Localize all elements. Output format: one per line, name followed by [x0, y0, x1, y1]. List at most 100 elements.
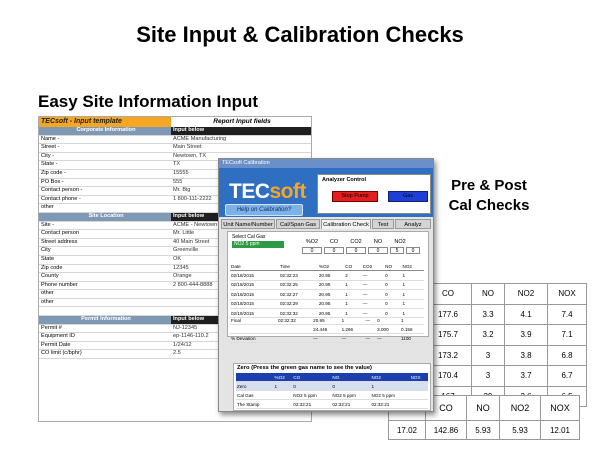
cal-checks-heading-line-2: Cal Checks: [448, 197, 530, 214]
zero-table-header-row: %O2 CO NO NO2 NOX: [236, 373, 428, 382]
cal-table-cell: 0: [384, 299, 402, 309]
zero-table-header: NOX: [409, 373, 428, 382]
results-bottom-header: NO2: [499, 395, 541, 421]
cal-table-cell: —: [361, 270, 385, 281]
zero-table-cell: 0: [331, 381, 371, 391]
cal-table-header: CO: [344, 262, 362, 272]
final-table-cell: 20.95: [312, 316, 341, 325]
site-input-heading: Easy Site Information Input: [38, 92, 259, 111]
cal-table-cell: 1: [401, 289, 424, 300]
select-cal-gas-button[interactable]: NO2 5 ppm: [232, 241, 284, 248]
cal-table-cell: 0: [384, 270, 402, 281]
cal-table-cell: 02/18/2015: [230, 270, 279, 281]
gas-button[interactable]: Gas: [388, 191, 428, 202]
tab-calibration-check[interactable]: Calibration Check: [321, 219, 371, 229]
template-field-value: Input below: [171, 127, 311, 135]
template-field-label: Zip code: [41, 264, 63, 271]
results-top-header: NO2: [504, 283, 548, 305]
cal-table-cell: 02:32:23: [278, 270, 318, 281]
template-field-value[interactable]: Main Street: [171, 144, 311, 152]
cal-table-cell: 2: [344, 270, 362, 281]
template-field-label: Contact phone -: [41, 195, 81, 202]
zero-table-cell: NO2 5 ppm: [331, 390, 371, 400]
cal-table-cell: —: [361, 299, 385, 309]
final-table-cell: 1100: [400, 333, 424, 343]
analyzer-control-title: Analyzer Control: [322, 177, 367, 183]
zero-table-cell: NO2 5 ppm: [370, 390, 410, 400]
template-field-value[interactable]: ACME Manufacturing: [171, 136, 311, 144]
mini-value-co: 0: [324, 247, 344, 254]
results-top-cell: 7.1: [547, 324, 587, 346]
tab-cal-span-gas[interactable]: Cal/Span Gas: [276, 219, 320, 229]
results-top-cell: 6.8: [547, 344, 587, 366]
template-field-label: CO limit (c/bphr): [41, 350, 82, 357]
cal-table-cell: 02/18/2015: [230, 299, 279, 309]
template-field-label: County: [41, 273, 59, 280]
final-table-cell: 0: [376, 316, 401, 325]
results-top-row: 177.6 3.3 4.1 7.4: [424, 303, 587, 325]
zero-table-cell: 02:32:21: [292, 399, 332, 409]
analyzer-control-panel: Analyzer Control Stop Pump Gas: [317, 174, 431, 214]
calibration-window: TECsoft Calibration TECsoft Help on Cali…: [218, 158, 434, 412]
zero-table-cell: 02:32:21: [331, 399, 371, 409]
template-field-label: other: [41, 204, 54, 211]
template-field-label: [39, 307, 171, 315]
final-table-cell: 1: [340, 316, 365, 325]
final-table-cell: —: [364, 316, 377, 325]
cal-table-row: 02/18/2015 02:32:27 20.95 1—0 1: [230, 289, 424, 300]
template-field-label: Street -: [41, 144, 60, 151]
mini-value-nox: 0: [406, 247, 420, 254]
cal-table-cell: 20.95: [317, 299, 345, 309]
tab-test[interactable]: Test: [372, 219, 394, 229]
final-table-cell: —: [364, 333, 377, 343]
template-field-label: Permit Date: [41, 341, 71, 348]
cal-table-header: CO2: [361, 262, 385, 272]
window-header: TECsoft Help on Calibration? Analyzer Co…: [219, 168, 433, 217]
results-top-cell: 3.8: [504, 344, 548, 366]
cal-table-cell: 1: [401, 270, 424, 281]
logo-tec: TEC: [229, 180, 270, 203]
results-bottom-header: NO: [466, 395, 500, 421]
template-field-label: Phone number: [41, 281, 78, 288]
results-top-header: NOX: [547, 283, 587, 305]
calibration-table: Date Time %O2 CO CO2 NO NO2 02/18/2015 02:32:23…: [230, 262, 424, 319]
cal-table-cell: 1: [401, 280, 424, 291]
zero-table-cell: [409, 399, 428, 409]
template-field-label: Contact person -: [41, 187, 83, 194]
zero-table-header: CO: [292, 373, 332, 382]
help-calibration-button[interactable]: Help on Calibration?: [225, 204, 303, 216]
template-section-header: Corporate Information Input below: [39, 127, 311, 136]
results-bottom-cell: 5.93: [466, 420, 500, 440]
final-table: Final 02:32:32 20.95 1—0 1 24.446 1.266 3.000 0.…: [230, 316, 424, 343]
cal-table-header: Time: [278, 262, 318, 272]
mini-value-co2: 0: [346, 247, 366, 254]
final-table-cell: —: [340, 333, 365, 343]
cal-table-header: Date: [230, 262, 279, 272]
template-field-label: Zip code -: [41, 169, 66, 176]
zero-table-cell: Cal Gas: [236, 390, 274, 400]
cal-table-cell: 02:32:25: [278, 280, 318, 291]
zero-table-cell: 0: [292, 381, 332, 391]
cal-table-cell: 0: [384, 289, 402, 300]
template-field-label: Street address: [41, 238, 78, 245]
tab-unit-name[interactable]: Unit Name/Number: [221, 219, 275, 229]
stop-pump-button[interactable]: Stop Pump: [332, 191, 378, 202]
results-top-cell: 6.7: [547, 365, 587, 387]
template-field-label: State -: [41, 161, 58, 168]
tecsoft-logo: TECsoft: [229, 180, 306, 204]
cal-table-cell: 02:32:27: [278, 289, 318, 300]
template-row: Name - ACME Manufacturing: [39, 136, 311, 145]
template-field-label: Corporate Information: [39, 127, 171, 135]
final-table-cell: 1.266: [340, 324, 365, 334]
results-top-cell: 3.2: [471, 324, 505, 346]
results-bottom-header: NOX: [540, 395, 580, 421]
template-field-label: Equipment ID: [41, 333, 75, 340]
mini-header-no2: NO2: [394, 239, 406, 245]
final-table-row: 24.446 1.266 3.000 0.156: [230, 324, 424, 334]
final-table-row: % Deviation — — — —1100: [230, 333, 424, 343]
final-table-cell: [276, 333, 313, 343]
results-bottom-cell: 142.86: [425, 420, 467, 440]
cal-table-cell: 1: [344, 289, 362, 300]
tab-analyze[interactable]: Analyz: [395, 219, 431, 229]
zero-table-cell: [409, 381, 428, 391]
